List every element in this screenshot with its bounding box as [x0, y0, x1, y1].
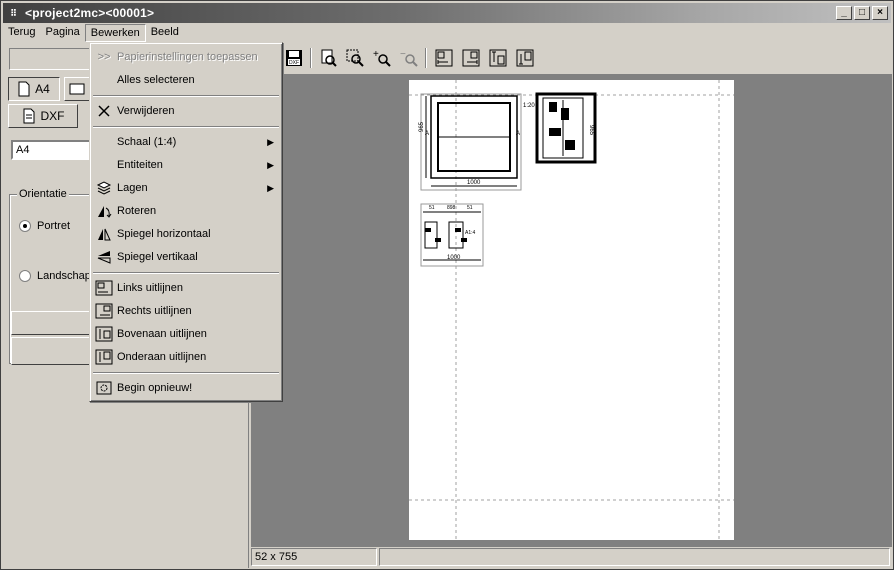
menu-item-schaal[interactable]: Schaal (1:4) ▶	[92, 131, 280, 153]
menu-separator	[93, 272, 279, 274]
align-right-tool-icon[interactable]	[458, 46, 484, 70]
d2-height: 965	[588, 125, 594, 136]
minimize-button[interactable]: _	[836, 6, 852, 20]
align-bottom-icon	[92, 349, 116, 365]
size-a4-label: A4	[35, 82, 50, 96]
landscape-page-icon	[69, 83, 85, 95]
landscape-page-button[interactable]	[64, 77, 90, 101]
page-icon	[18, 81, 30, 97]
drawing-canvas[interactable]: A A 965 1000 1:20 965 51 898 51 1000 A1:…	[251, 74, 892, 547]
close-button[interactable]: ×	[872, 6, 888, 20]
d1-width: 1000	[467, 180, 481, 186]
layers-icon	[92, 181, 116, 195]
d3-dim-2: 898	[447, 205, 456, 211]
menu-pagina[interactable]: Pagina	[41, 24, 85, 42]
drawing-frame-1[interactable]: A A 965 1000	[419, 93, 522, 191]
d3-width: 1000	[447, 255, 461, 261]
svg-text:−: −	[400, 49, 406, 60]
menu-item-spiegel-horizontaal[interactable]: Spiegel horizontaal	[92, 223, 280, 245]
status-message	[379, 548, 890, 566]
menu-item-entiteiten[interactable]: Entiteiten ▶	[92, 154, 280, 176]
align-left-tool-icon[interactable]	[431, 46, 457, 70]
align-top-icon	[92, 326, 116, 342]
menu-item-onderaan-uitlijnen[interactable]: Onderaan uitlijnen	[92, 346, 280, 368]
menu-item-bovenaan-uitlijnen[interactable]: Bovenaan uitlijnen	[92, 323, 280, 345]
menu-item-rechts-uitlijnen[interactable]: Rechts uitlijnen	[92, 300, 280, 322]
menu-beeld[interactable]: Beeld	[146, 24, 184, 42]
x-icon	[92, 104, 116, 118]
paper-sheet[interactable]: A A 965 1000 1:20 965 51 898 51 1000 A1:…	[409, 80, 734, 540]
paper-layout: A A 965 1000 1:20 965 51 898 51 1000 A1:…	[409, 80, 734, 540]
d2-scale: 1:20	[523, 103, 535, 109]
panel-button-1[interactable]	[11, 311, 91, 335]
d3-dim-1: 51	[429, 205, 435, 211]
drawing-frame-3[interactable]: 51 898 51 1000 A1:4	[420, 203, 484, 267]
save-dxf-icon[interactable]: DXF	[281, 46, 307, 70]
d1-label-a: A	[425, 131, 429, 137]
mirror-v-icon	[92, 250, 116, 264]
zoom-in-icon[interactable]: +	[369, 46, 395, 70]
radio-portrait[interactable]: Portret	[19, 220, 70, 232]
radio-portrait-circle[interactable]	[19, 220, 31, 232]
orientation-label: Orientatie	[17, 188, 69, 200]
menu-bar: Terug Pagina Bewerken Beeld	[3, 23, 891, 42]
menu-item-verwijderen[interactable]: Verwijderen	[92, 100, 280, 122]
radio-landscape-label: Landschap	[37, 270, 91, 282]
chevrons-icon: >>	[97, 51, 111, 63]
radio-landscape[interactable]: Landschap	[19, 270, 91, 282]
menu-item-links-uitlijnen[interactable]: Links uitlijnen	[92, 277, 280, 299]
menu-item-roteren[interactable]: Roteren	[92, 200, 280, 222]
restart-icon	[92, 381, 116, 395]
menu-item-papierinstellingen[interactable]: >> Papierinstellingen toepassen	[92, 46, 280, 68]
align-left-icon	[92, 280, 116, 296]
status-bar: 52 x 755	[251, 548, 892, 568]
svg-text:+: +	[373, 49, 379, 60]
app-window: ⠿ <project2mc><00001> _ □ × Terug Pagina…	[0, 0, 894, 570]
zoom-out-icon[interactable]: −	[396, 46, 422, 70]
status-size: 52 x 755	[251, 548, 377, 566]
window-title: <project2mc><00001>	[25, 6, 155, 20]
mirror-h-icon	[92, 227, 116, 241]
d1-height: 965	[419, 121, 425, 132]
window-controls: _ □ ×	[836, 6, 888, 20]
title-bar[interactable]: ⠿ <project2mc><00001> _ □ ×	[3, 3, 891, 23]
align-bottom-tool-icon[interactable]	[512, 46, 538, 70]
menu-separator	[93, 126, 279, 128]
panel-button-2[interactable]	[11, 337, 91, 365]
zoom-page-icon[interactable]	[315, 46, 341, 70]
rotate-icon	[92, 204, 116, 218]
align-top-tool-icon[interactable]	[485, 46, 511, 70]
dxf-page-icon	[23, 108, 34, 124]
maximize-button[interactable]: □	[854, 6, 870, 20]
size-a4-button[interactable]: A4	[8, 77, 60, 101]
d3-dim-3: 51	[467, 205, 473, 211]
submenu-arrow-icon: ▶	[267, 136, 274, 147]
dxf-label: DXF	[40, 109, 65, 123]
svg-text:DXF: DXF	[289, 60, 299, 66]
dxf-button[interactable]: DXF	[8, 104, 78, 128]
app-icon[interactable]: ⠿	[5, 8, 21, 19]
menu-item-lagen[interactable]: Lagen ▶	[92, 177, 280, 199]
radio-landscape-circle[interactable]	[19, 270, 31, 282]
menu-item-alles-selecteren[interactable]: Alles selecteren	[92, 69, 280, 91]
menu-bewerken[interactable]: Bewerken	[84, 23, 146, 42]
d1-label-a-right: A	[516, 131, 520, 137]
submenu-arrow-icon: ▶	[267, 159, 274, 170]
drawing-frame-2[interactable]: 1:20 965	[523, 92, 597, 164]
menu-terug[interactable]: Terug	[3, 24, 41, 42]
paper-size-field[interactable]: A4	[11, 140, 91, 160]
toolbar-separator	[310, 48, 312, 68]
align-right-icon	[92, 303, 116, 319]
submenu-arrow-icon: ▶	[267, 182, 274, 193]
toolbar-separator	[425, 48, 427, 68]
zoom-window-icon[interactable]	[342, 46, 368, 70]
d3-scale: A1:4	[465, 230, 476, 236]
menu-separator	[93, 95, 279, 97]
menu-separator	[93, 372, 279, 374]
menu-item-spiegel-vertikaal[interactable]: Spiegel vertikaal	[92, 246, 280, 268]
bewerken-dropdown-menu: >> Papierinstellingen toepassen Alles se…	[89, 42, 283, 402]
radio-portrait-label: Portret	[37, 220, 71, 232]
menu-item-begin-opnieuw[interactable]: Begin opnieuw!	[92, 377, 280, 399]
